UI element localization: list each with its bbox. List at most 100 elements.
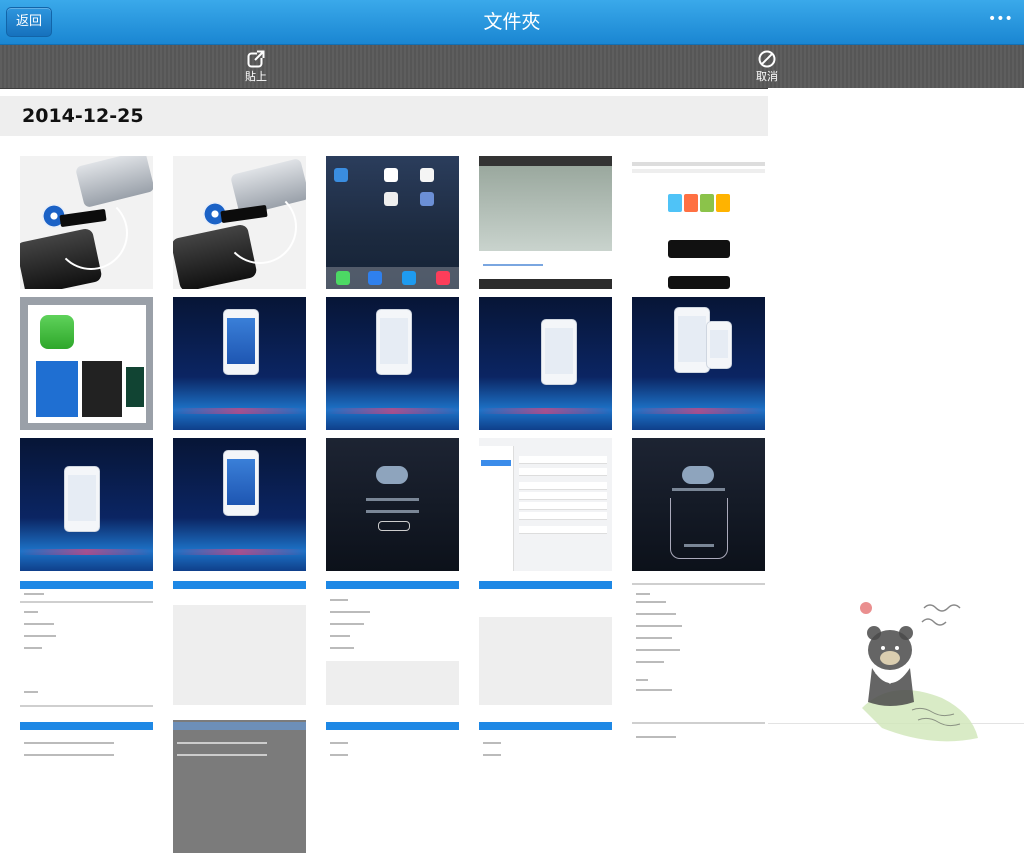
glow-line xyxy=(326,408,459,414)
section-date: 2014-12-25 xyxy=(22,105,144,127)
ellipsis-icon: ••• xyxy=(988,11,1013,27)
phone-screen xyxy=(380,318,408,364)
paste-button[interactable]: 貼上 xyxy=(226,49,286,84)
text-line xyxy=(636,679,648,681)
cancel-label: 取消 xyxy=(756,70,778,83)
separator xyxy=(632,583,765,585)
thumbnail-file-list-6[interactable] xyxy=(20,720,153,853)
text-line xyxy=(483,754,501,756)
phone-screen xyxy=(227,318,255,364)
thumbnail-tutorial-2[interactable] xyxy=(326,297,459,430)
phone-screen xyxy=(545,328,573,374)
thumbnail-app-info[interactable] xyxy=(20,297,153,430)
text-line xyxy=(330,611,370,613)
text-line xyxy=(636,649,680,651)
thumbnail-file-list-8[interactable] xyxy=(326,720,459,853)
app-store-badge xyxy=(668,240,730,258)
text-line xyxy=(672,488,725,491)
app-icon xyxy=(436,271,450,285)
thumbnail-photo-hdd-2[interactable] xyxy=(173,156,306,289)
thumbnail-appstore-page[interactable] xyxy=(632,156,765,289)
text-line xyxy=(24,691,38,693)
tab-bar xyxy=(479,279,612,289)
text-line xyxy=(330,599,348,601)
thumbnail-searching-device[interactable] xyxy=(326,438,459,571)
text-line xyxy=(24,647,42,649)
settings-row xyxy=(519,468,607,476)
settings-row xyxy=(519,482,607,490)
thumbnail-file-list-4[interactable] xyxy=(479,579,612,712)
glow-line xyxy=(173,408,306,414)
phone-mock xyxy=(64,466,100,532)
list-header xyxy=(326,581,459,589)
text-line xyxy=(330,647,354,649)
cable-shape xyxy=(54,196,128,270)
browser-bar xyxy=(632,162,765,166)
date-section-header: 2014-12-25 xyxy=(0,96,768,136)
text-line xyxy=(24,611,38,613)
list-header xyxy=(173,581,306,589)
bear-watermark-icon xyxy=(860,602,978,742)
thumbnail-file-list-9[interactable] xyxy=(479,720,612,853)
letter-tile xyxy=(700,194,714,212)
url-bar xyxy=(632,169,765,173)
thumbnail-tutorial-1[interactable] xyxy=(173,297,306,430)
screenshot-preview xyxy=(126,367,144,407)
phone-mock xyxy=(223,309,259,375)
app-icon xyxy=(334,168,348,182)
thumbnail-connect-screen[interactable] xyxy=(632,438,765,571)
empty-area xyxy=(326,661,459,705)
app-icon xyxy=(384,168,398,182)
share-arrow-icon xyxy=(247,49,266,68)
settings-sidebar xyxy=(479,446,514,571)
thumbnail-file-list-7[interactable] xyxy=(173,720,306,853)
cancel-button[interactable]: 取消 xyxy=(737,49,797,84)
text-line xyxy=(636,637,672,639)
phone-mock xyxy=(223,450,259,516)
cloud-icon xyxy=(682,466,714,484)
text-line xyxy=(636,736,676,738)
thumbnail-ipad-home[interactable] xyxy=(326,156,459,289)
settings-row xyxy=(519,526,607,534)
app-icon xyxy=(420,168,434,182)
text-line xyxy=(684,544,714,547)
empty-area xyxy=(173,605,306,705)
more-button[interactable]: ••• xyxy=(988,10,1013,32)
text-line xyxy=(24,623,54,625)
letter-tile xyxy=(668,194,682,212)
thumbnail-photo-hdd-1[interactable] xyxy=(20,156,153,289)
phone-outline xyxy=(670,498,728,559)
thumbnail-tutorial-3[interactable] xyxy=(479,297,612,430)
action-toolbar: 貼上 取消 xyxy=(0,45,1024,89)
thumbnail-tutorial-4[interactable] xyxy=(632,297,765,430)
text-line xyxy=(330,754,348,756)
thumbnail-file-list-1[interactable] xyxy=(20,579,153,712)
glow-line xyxy=(173,549,306,555)
text-line xyxy=(636,601,666,603)
thumbnail-file-list-3[interactable] xyxy=(326,579,459,712)
thumbnail-settings-list[interactable] xyxy=(479,438,612,571)
mock-button xyxy=(378,521,410,531)
cloud-icon xyxy=(376,466,408,484)
camera-preview xyxy=(479,166,612,251)
thumbnail-tutorial-6[interactable] xyxy=(173,438,306,571)
text-line xyxy=(483,742,501,744)
text-line xyxy=(636,593,650,595)
app-icon xyxy=(336,271,350,285)
settings-row xyxy=(519,502,607,510)
letter-tile xyxy=(684,194,698,212)
glow-line xyxy=(479,408,612,414)
text-line xyxy=(636,689,672,691)
thumbnail-file-list-5[interactable] xyxy=(632,579,765,712)
separator xyxy=(632,722,765,724)
text-line xyxy=(330,623,364,625)
text-line xyxy=(24,593,44,595)
text-line xyxy=(24,635,56,637)
thumbnail-file-list-10[interactable] xyxy=(632,720,765,853)
thumbnail-screenshot-camera[interactable] xyxy=(479,156,612,289)
thumbnail-tutorial-5[interactable] xyxy=(20,438,153,571)
thumbnail-file-list-2[interactable] xyxy=(173,579,306,712)
link-line xyxy=(483,264,543,266)
app-icon xyxy=(368,271,382,285)
letter-tile xyxy=(716,194,730,212)
